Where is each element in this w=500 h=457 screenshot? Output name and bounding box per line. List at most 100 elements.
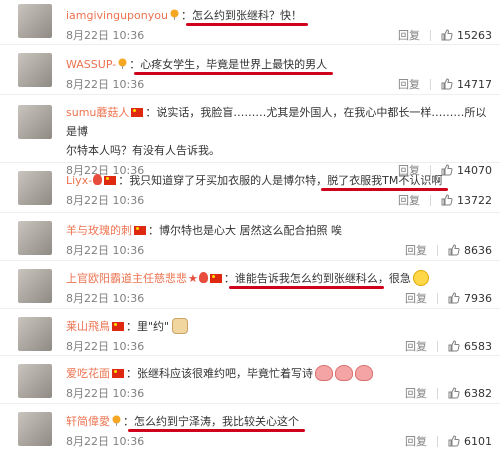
thumb-up-icon xyxy=(448,244,460,256)
username-link[interactable]: 羊与玫瑰的刺 xyxy=(66,224,132,237)
comment-time: 8月22日 10:36 xyxy=(66,244,145,257)
china-flag-icon xyxy=(209,274,222,283)
avatar[interactable] xyxy=(18,221,52,255)
like-button[interactable]: 6101 xyxy=(448,435,492,448)
action-divider xyxy=(437,387,438,399)
comment-body: WASSUP- ：心疼女学生，毕竟是世界上最快的男人 8月22日 10:36 回复… xyxy=(66,55,492,92)
action-divider xyxy=(430,29,431,41)
comment-body: 羊与玫瑰的刺 ：博尔特也是心大 居然这么配合拍照 唉 8月22日 10:36 回复… xyxy=(66,221,492,258)
reply-button[interactable]: 回复 xyxy=(398,192,420,208)
comment-text-line2: 尔特本人吗？有没有人告诉我。 xyxy=(66,144,220,157)
comment-item: Liyx- ：我只知道穿了牙买加衣服的人是博尔特，脱了衣服我TM不认识啊 8月22… xyxy=(0,163,500,213)
avatar[interactable] xyxy=(18,53,52,87)
thumb-up-icon xyxy=(441,194,453,206)
username-link[interactable]: 爱吃花面 xyxy=(66,367,110,380)
username-link[interactable]: 莱山飛鳥 xyxy=(66,320,110,333)
comment-meta: 8月22日 10:36 回复 14717 xyxy=(66,76,492,92)
comment-meta: 8月22日 10:36 回复 7936 xyxy=(66,290,492,306)
like-button[interactable]: 15263 xyxy=(441,29,492,42)
action-divider xyxy=(437,435,438,447)
like-count: 13722 xyxy=(457,193,492,207)
comment-text: 轩简偉愛 ：怎么约到宁泽涛，我比较关心这个 xyxy=(66,415,299,428)
comment-body: Liyx- ：我只知道穿了牙买加衣服的人是博尔特，脱了衣服我TM不认识啊 8月22… xyxy=(66,171,492,208)
reply-button[interactable]: 回复 xyxy=(405,242,427,258)
comment-actions: 回复 8636 xyxy=(405,242,492,258)
reply-button[interactable]: 回复 xyxy=(398,27,420,43)
comment-body: iamgivinguponyou ：怎么约到张继科？快！ 8月22日 10:36 … xyxy=(66,6,492,43)
avatar[interactable] xyxy=(18,105,52,139)
comment-text: 莱山飛鳥 ：里"约" xyxy=(66,317,492,336)
action-divider xyxy=(437,292,438,304)
comment-time: 8月22日 10:36 xyxy=(66,194,145,207)
comment-text: WASSUP- ：心疼女学生，毕竟是世界上最快的男人 xyxy=(66,58,328,71)
thumb-up-icon xyxy=(441,29,453,41)
reply-button[interactable]: 回复 xyxy=(398,76,420,92)
like-button[interactable]: 7936 xyxy=(448,292,492,305)
comment-item: sumu蘑菇人 ：说实话，我脸盲………尤其是外国人，在我心中都长一样………所以是博… xyxy=(0,95,500,177)
avatar[interactable] xyxy=(18,4,52,38)
action-divider xyxy=(430,194,431,206)
like-button[interactable]: 8636 xyxy=(448,244,492,257)
comment-meta: 8月22日 10:36 回复 13722 xyxy=(66,192,492,208)
smile-emoji-icon xyxy=(412,270,429,286)
action-divider xyxy=(437,244,438,256)
comment-meta: 8月22日 10:36 回复 8636 xyxy=(66,242,492,258)
comment-body: 轩简偉愛 ：怎么约到宁泽涛，我比较关心这个 8月22日 10:36 回复 6101 xyxy=(66,412,492,449)
username-link[interactable]: Liyx- xyxy=(66,174,92,187)
like-count: 6583 xyxy=(464,339,492,353)
comment-text: 上官欧阳霸道主任慈悲悲★ ：谁能告诉我怎么约到张继科么，很急 xyxy=(66,269,492,288)
china-flag-icon xyxy=(104,176,117,185)
pink-emoji-icon xyxy=(355,365,373,381)
comment-text: 羊与玫瑰的刺 ：博尔特也是心大 居然这么配合拍照 唉 xyxy=(66,224,342,237)
comment-item: WASSUP- ：心疼女学生，毕竟是世界上最快的男人 8月22日 10:36 回复… xyxy=(0,45,500,95)
like-button[interactable]: 13722 xyxy=(441,194,492,207)
comment-meta: 8月22日 10:36 回复 15263 xyxy=(66,27,492,43)
username-link[interactable]: WASSUP- xyxy=(66,58,116,71)
like-button[interactable]: 6583 xyxy=(448,340,492,353)
vip-balloon-icon xyxy=(112,415,121,426)
thumb-up-icon xyxy=(448,387,460,399)
avatar[interactable] xyxy=(18,364,52,398)
vip-balloon-icon xyxy=(118,58,127,69)
comment-highlight: 心疼女学生，毕竟是世界上最快的男人 xyxy=(140,58,328,71)
username-link[interactable]: sumu蘑菇人 xyxy=(66,106,129,119)
like-count: 14717 xyxy=(457,77,492,91)
comment-highlight: 怎么约到张继科？快！ xyxy=(191,9,302,22)
fire-icon xyxy=(93,174,103,185)
username-link[interactable]: 轩简偉愛 xyxy=(66,415,110,428)
comment-highlight: 脱了衣服我TM不认识啊 xyxy=(327,174,443,187)
action-divider xyxy=(437,340,438,352)
comment-actions: 回复 6583 xyxy=(405,338,492,354)
comment-meta: 8月22日 10:36 回复 6101 xyxy=(66,433,492,449)
comment-time: 8月22日 10:36 xyxy=(66,78,145,91)
comment-item: 轩简偉愛 ：怎么约到宁泽涛，我比较关心这个 8月22日 10:36 回复 6101 xyxy=(0,404,500,457)
like-button[interactable]: 14717 xyxy=(441,78,492,91)
username-link[interactable]: iamgivinguponyou xyxy=(66,9,168,22)
reply-button[interactable]: 回复 xyxy=(405,338,427,354)
comment-body: 上官欧阳霸道主任慈悲悲★ ：谁能告诉我怎么约到张继科么，很急 8月22日 10:3… xyxy=(66,269,492,306)
username-link[interactable]: 上官欧阳霸道主任慈悲悲 xyxy=(66,272,187,285)
china-flag-icon xyxy=(131,108,144,117)
action-divider xyxy=(430,78,431,90)
comment-actions: 回复 14717 xyxy=(398,76,492,92)
avatar[interactable] xyxy=(18,171,52,205)
comment-item: 羊与玫瑰的刺 ：博尔特也是心大 居然这么配合拍照 唉 8月22日 10:36 回复… xyxy=(0,213,500,261)
avatar[interactable] xyxy=(18,269,52,303)
comment-time: 8月22日 10:36 xyxy=(66,29,145,42)
thumb-up-icon xyxy=(448,340,460,352)
avatar[interactable] xyxy=(18,412,52,446)
pink-emoji-icon xyxy=(335,365,353,381)
reply-button[interactable]: 回复 xyxy=(405,433,427,449)
comment-text: 爱吃花面 ：张继科应该很难约吧，毕竟忙着写诗 xyxy=(66,364,492,383)
comment-text: iamgivinguponyou ：怎么约到张继科？快！ xyxy=(66,9,302,22)
comment-highlight: 怎么约到宁泽涛，我比较关心这个 xyxy=(134,415,299,428)
thumb-up-icon xyxy=(448,292,460,304)
reply-button[interactable]: 回复 xyxy=(405,385,427,401)
avatar[interactable] xyxy=(18,317,52,351)
comment-item: 爱吃花面 ：张继科应该很难约吧，毕竟忙着写诗 8月22日 10:36 回复 638… xyxy=(0,356,500,404)
comment-text: sumu蘑菇人 ：说实话，我脸盲………尤其是外国人，在我心中都长一样………所以是博 xyxy=(66,106,487,138)
reply-button[interactable]: 回复 xyxy=(405,290,427,306)
comment-item: iamgivinguponyou ：怎么约到张继科？快！ 8月22日 10:36 … xyxy=(0,0,500,45)
comment-highlight: 谁能告诉我怎么约到张继科么 xyxy=(234,272,378,285)
like-button[interactable]: 6382 xyxy=(448,387,492,400)
